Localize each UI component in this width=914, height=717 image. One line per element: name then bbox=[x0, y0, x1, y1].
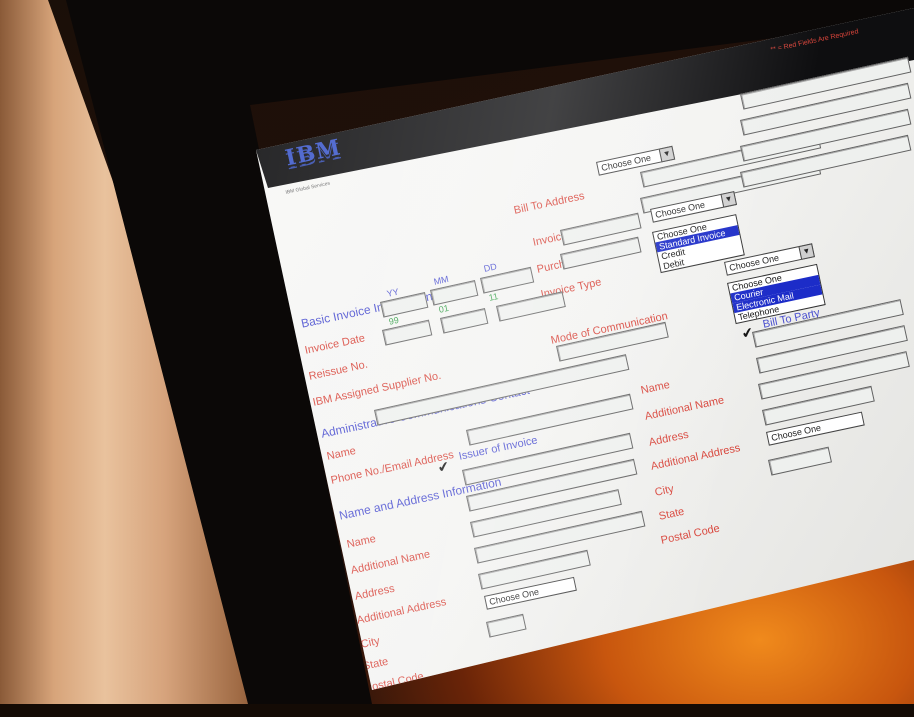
left-additional-name-label: Additional Name bbox=[349, 548, 432, 577]
right-address-label: Address bbox=[647, 428, 690, 449]
left-name-label: Name bbox=[345, 532, 377, 551]
bill-to-postal-field[interactable] bbox=[768, 446, 832, 476]
left-additional-address-label: Additional Address bbox=[355, 596, 448, 627]
right-postal-code-label: Postal Code bbox=[659, 522, 721, 547]
right-state-label: State bbox=[657, 505, 686, 523]
right-additional-address-label: Additional Address bbox=[649, 442, 742, 473]
bill-to-address-label: Bill To Address bbox=[512, 190, 586, 217]
date-dd-label: DD bbox=[482, 261, 498, 274]
chevron-down-icon[interactable]: ▼ bbox=[720, 191, 738, 208]
chevron-down-icon[interactable]: ▼ bbox=[658, 145, 676, 163]
logo-caption: IBM Global Services bbox=[285, 180, 331, 196]
right-additional-name-label: Additional Name bbox=[643, 394, 726, 423]
left-address-label: Address bbox=[353, 582, 396, 603]
right-state-select-value: Choose One bbox=[770, 422, 822, 443]
reissue-no-label: Reissue No. bbox=[307, 358, 369, 383]
issuer-postal-field[interactable] bbox=[486, 613, 527, 638]
left-country-select-value: Choose One bbox=[488, 586, 540, 607]
right-name-label: Name bbox=[639, 378, 671, 397]
invoice-date-label: Invoice Date bbox=[303, 332, 367, 357]
bill-to-address-select-value: Choose One bbox=[600, 152, 652, 173]
left-city-label: City bbox=[359, 635, 381, 651]
right-city-label: City bbox=[653, 483, 675, 499]
date-dd-value: 11 bbox=[487, 291, 500, 303]
date-yy-value: 99 bbox=[387, 314, 400, 327]
supplier-no-field[interactable] bbox=[496, 291, 566, 322]
date-mm-value: 01 bbox=[437, 302, 450, 315]
admin-name-label: Name bbox=[325, 444, 357, 463]
chevron-down-icon[interactable]: ▼ bbox=[798, 243, 815, 260]
